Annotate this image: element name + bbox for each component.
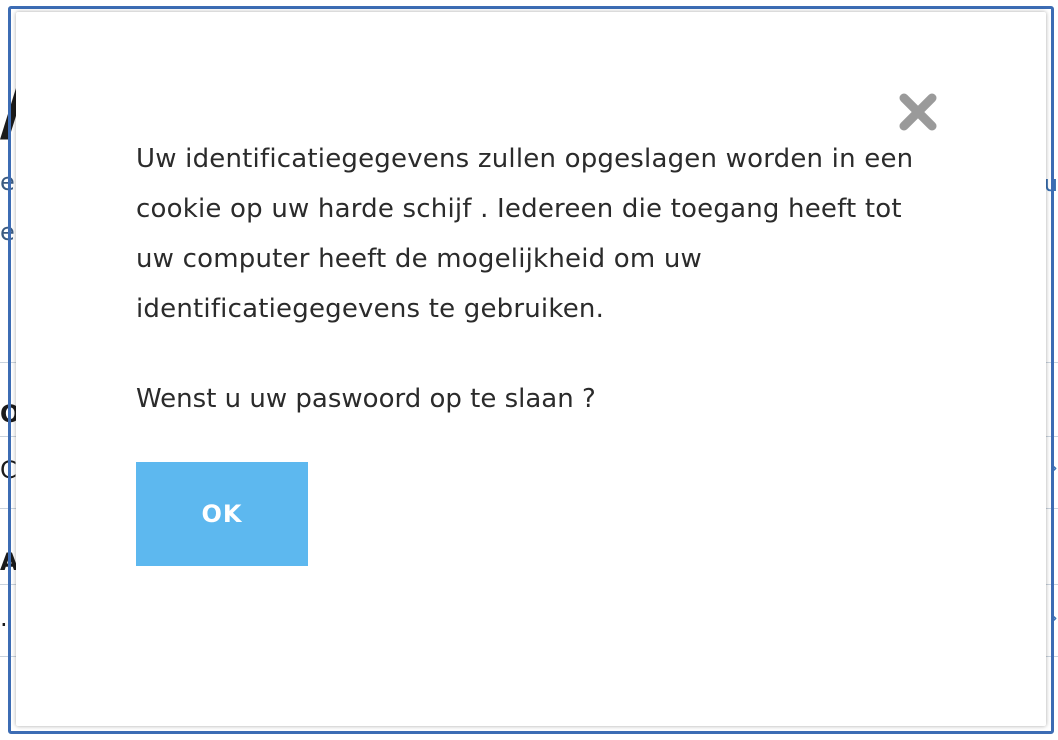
ok-button[interactable]: OK <box>136 462 308 566</box>
close-icon <box>896 90 940 134</box>
save-password-dialog: Uw identificatiegegevens zullen opgeslag… <box>16 12 1046 726</box>
close-button[interactable] <box>896 90 940 134</box>
dialog-message: Uw identificatiegegevens zullen opgeslag… <box>136 144 914 324</box>
dialog-question: Wenst u uw paswoord op te slaan ? <box>136 384 596 414</box>
background-text-fragment: . <box>0 604 8 632</box>
